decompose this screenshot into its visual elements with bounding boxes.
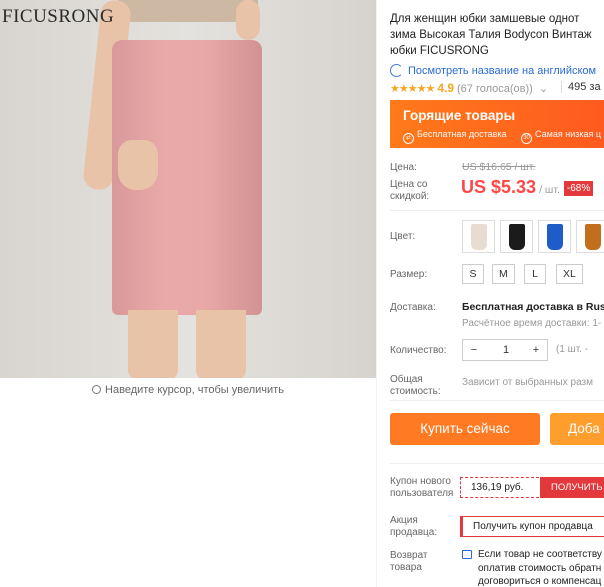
- quantity-note: (1 шт. -: [556, 344, 589, 355]
- hot-deals-title: Горящие товары: [403, 108, 516, 123]
- hot-deals-perks: ⇄ Бесплатная доставка 30 Самая низкая ц: [403, 129, 601, 144]
- free-shipping-icon: ⇄: [403, 133, 414, 144]
- rating-stars-icon: ★★★★★: [390, 83, 435, 95]
- quantity-increase-button[interactable]: +: [525, 340, 547, 360]
- buy-now-button[interactable]: Купить сейчас: [390, 413, 540, 445]
- swatch-image: [585, 224, 601, 250]
- model-hand: [118, 140, 158, 190]
- quantity-input[interactable]: 1: [485, 340, 527, 360]
- return-line: оплатив стоимость обратн: [478, 562, 602, 574]
- separator: [390, 210, 604, 211]
- product-info: Для женщин юбки замшевые однот зима Высо…: [390, 0, 604, 587]
- translate-icon: [390, 64, 403, 77]
- color-swatch-black[interactable]: [500, 220, 533, 253]
- color-label: Цвет:: [390, 231, 416, 242]
- product-title: Для женщин юбки замшевые однот зима Высо…: [390, 11, 604, 59]
- swatch-image: [547, 224, 563, 250]
- zoom-hint-text: Наведите курсор, чтобы увеличить: [105, 384, 284, 396]
- add-to-cart-button[interactable]: Доба: [550, 413, 604, 445]
- color-swatch-brown[interactable]: [576, 220, 604, 253]
- new-user-coupon-label: Купон нового пользователя: [390, 476, 454, 499]
- return-label: Возврат товара: [390, 550, 428, 573]
- price-label: Цена:: [390, 162, 417, 173]
- total-label: Общая стоимость:: [390, 374, 441, 397]
- rating-score: 4.9: [437, 81, 454, 95]
- chevron-down-icon[interactable]: ⌄: [539, 83, 548, 95]
- new-user-coupon: 136,19 руб. ПОЛУЧИТЬ: [460, 477, 604, 498]
- color-swatch-beige[interactable]: [462, 220, 495, 253]
- discount-badge: -68%: [563, 181, 594, 196]
- title-line: зима Высокая Талия Bodycon Винтаж: [390, 29, 592, 41]
- quantity-stepper: − 1 +: [462, 339, 548, 361]
- model-leg-left: [128, 310, 178, 378]
- rating-row: ★★★★★ 4.9 (67 голоса(ов)) ⌄ 495 за: [390, 81, 604, 95]
- size-option-xl[interactable]: XL: [556, 264, 583, 284]
- model-leg-right: [196, 310, 246, 378]
- total-value: Зависит от выбранных разм: [462, 377, 593, 388]
- orders-count: 495 за: [561, 81, 601, 93]
- divider: [376, 0, 377, 587]
- current-price: US $5.33/ шт. -68%: [461, 177, 594, 198]
- old-price: US $16.65 / шт.: [462, 161, 536, 173]
- size-option-s[interactable]: S: [462, 264, 484, 284]
- price-unit: / шт.: [539, 184, 560, 196]
- get-coupon-button[interactable]: ПОЛУЧИТЬ: [540, 477, 604, 498]
- separator: [390, 400, 604, 401]
- zoom-hint: Наведите курсор, чтобы увеличить: [0, 384, 376, 396]
- return-line: договориться о компенсац: [478, 576, 602, 587]
- model-arm-right: [236, 0, 260, 40]
- free-shipping-text: Бесплатная доставка: [417, 129, 507, 139]
- rating-votes[interactable]: (67 голоса(ов)): [457, 83, 533, 95]
- color-swatch-blue[interactable]: [538, 220, 571, 253]
- lowest-price-text: Самая низкая ц: [535, 129, 602, 139]
- brand-watermark: FICUSRONG: [2, 6, 115, 27]
- quantity-label: Количество:: [390, 345, 447, 356]
- return-policy-icon: [462, 550, 472, 559]
- current-price-value: US $5.33: [461, 177, 537, 197]
- shipping-label: Доставка:: [390, 302, 436, 313]
- discount-price-label: Цена со скидкой:: [390, 179, 430, 202]
- size-label: Размер:: [390, 269, 428, 280]
- product-image[interactable]: [0, 0, 376, 378]
- quantity-decrease-button[interactable]: −: [463, 340, 485, 360]
- title-line: юбки FICUSRONG: [390, 45, 489, 57]
- coupon-amount: 136,19 руб.: [471, 482, 524, 493]
- shipping-estimate: Расчётное время доставки: 1-: [462, 318, 602, 329]
- size-option-l[interactable]: L: [524, 264, 546, 284]
- swatch-image: [471, 224, 487, 250]
- return-line: Если товар не соответству: [478, 549, 602, 560]
- translate-link-text: Посмотреть название на английском: [408, 65, 597, 77]
- title-line: Для женщин юбки замшевые однот: [390, 13, 580, 25]
- seller-promo-label: Акция продавца:: [390, 515, 438, 538]
- swatch-image: [509, 224, 525, 250]
- seller-coupon-button[interactable]: Получить купон продавца: [460, 516, 604, 537]
- separator: [390, 463, 604, 464]
- magnifier-icon: [92, 385, 102, 394]
- size-option-m[interactable]: M: [492, 264, 515, 284]
- lowest-price-icon: 30: [521, 133, 533, 144]
- hot-deals-banner[interactable]: Горящие товары ⇄ Бесплатная доставка 30 Са…: [390, 100, 604, 148]
- shipping-method[interactable]: Бесплатная доставка в Russ: [462, 301, 604, 313]
- return-policy-text: Если товар не соответству оплатив стоимо…: [478, 548, 602, 587]
- translate-link[interactable]: Посмотреть название на английском: [390, 64, 596, 77]
